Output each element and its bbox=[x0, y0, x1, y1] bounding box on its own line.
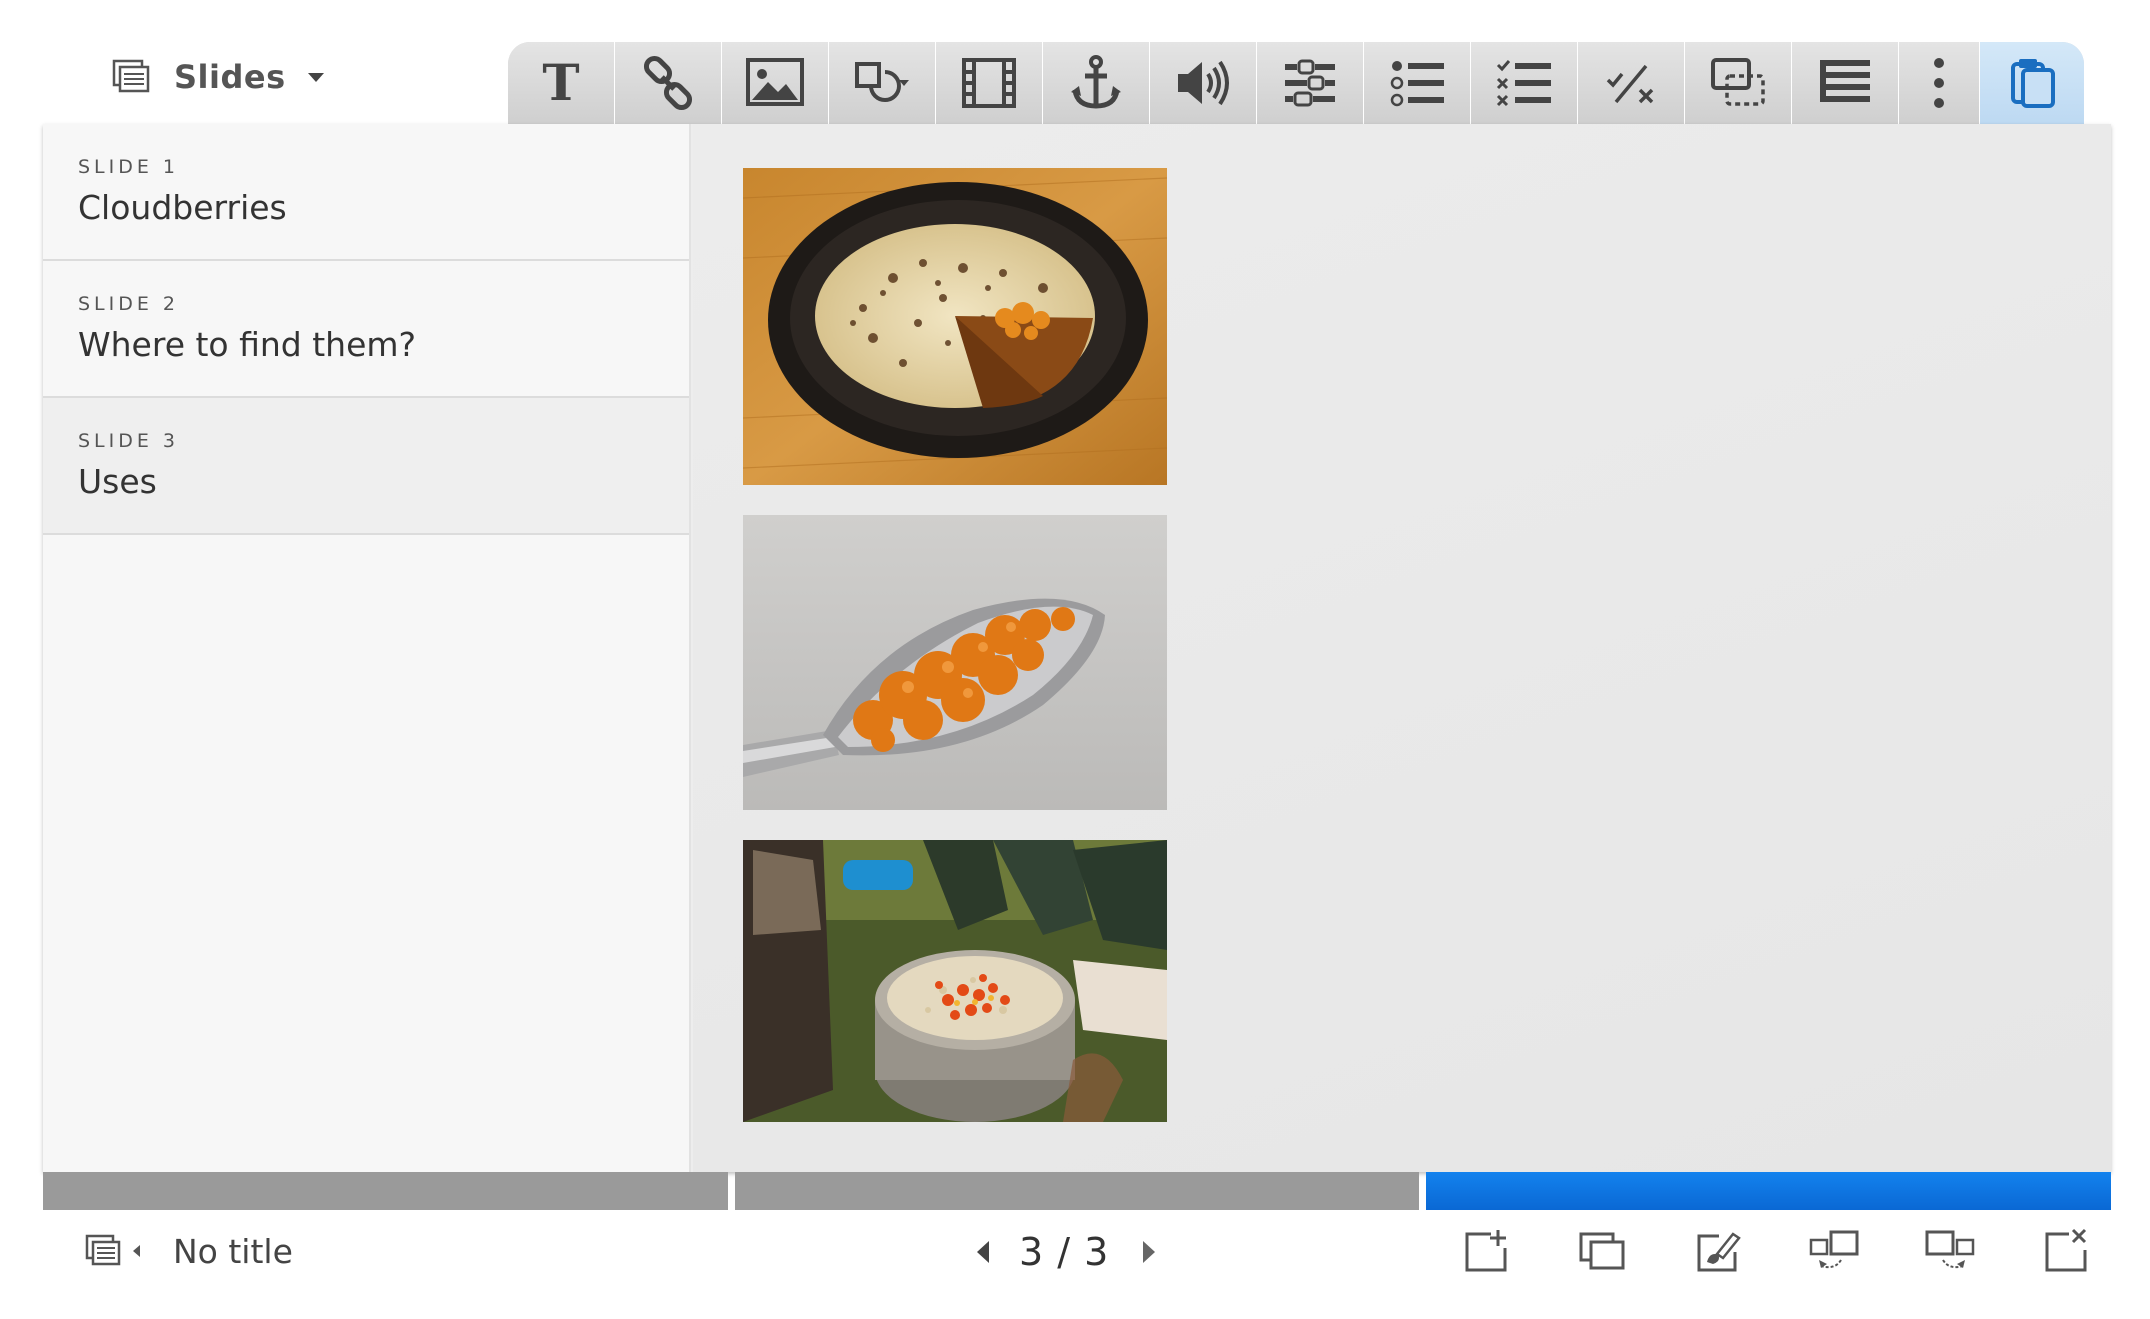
slide-editor: SLIDE 1 Cloudberries SLIDE 2 Where to fi… bbox=[43, 124, 2111, 1172]
delete-slide-button[interactable] bbox=[2008, 1222, 2124, 1280]
slide-title: Cloudberries bbox=[78, 188, 287, 227]
more-content-types-button[interactable] bbox=[1898, 42, 1981, 124]
move-slide-right-icon bbox=[1925, 1230, 1975, 1269]
fill-in-blanks-icon bbox=[1284, 59, 1335, 107]
porridge-image bbox=[743, 840, 1167, 1122]
multiple-choice-icon bbox=[1496, 60, 1551, 107]
chevron-left-icon bbox=[133, 1245, 140, 1257]
slide-canvas[interactable] bbox=[693, 124, 2111, 1172]
chevron-down-icon bbox=[307, 72, 324, 82]
insert-summary-button[interactable] bbox=[1791, 42, 1899, 124]
slide-list-item-1[interactable]: SLIDE 1 Cloudberries bbox=[43, 124, 689, 261]
footer-bar: No title 3 / 3 bbox=[43, 1210, 2111, 1292]
cloudberry-jam-spoon-photo[interactable] bbox=[743, 515, 1167, 810]
audio-icon bbox=[1177, 60, 1229, 106]
progress-segment-2[interactable] bbox=[734, 1172, 1420, 1210]
next-slide-button[interactable] bbox=[1143, 1241, 1156, 1263]
edit-background-button[interactable] bbox=[1660, 1222, 1776, 1280]
insert-true-false-button[interactable] bbox=[1577, 42, 1685, 124]
slides-menu-button[interactable]: Slides bbox=[112, 52, 324, 102]
true-false-icon bbox=[1606, 64, 1654, 104]
presentation-title: No title bbox=[173, 1232, 293, 1271]
edit-background-icon bbox=[1697, 1232, 1741, 1272]
slides-list-icon bbox=[85, 1234, 121, 1266]
previous-slide-button[interactable] bbox=[977, 1241, 989, 1263]
add-slide-button[interactable] bbox=[1428, 1222, 1544, 1280]
content-toolbar: T bbox=[508, 42, 2084, 124]
summary-icon bbox=[1819, 60, 1870, 102]
course-presentation-editor: Slides T SLIDE 1 Cloudberries SLIDE 2 Wh… bbox=[0, 0, 2150, 1319]
slide-pager: 3 / 3 bbox=[977, 1230, 1156, 1274]
more-options-icon bbox=[1934, 58, 1945, 108]
image-icon bbox=[745, 58, 804, 106]
slide-list-item-3[interactable]: SLIDE 3 Uses bbox=[43, 398, 689, 535]
slide-actions bbox=[1428, 1222, 2124, 1280]
slides-menu-label: Slides bbox=[174, 58, 286, 96]
drag-drop-icon bbox=[1710, 58, 1765, 106]
move-slide-right-button[interactable] bbox=[1892, 1222, 2008, 1280]
single-choice-icon bbox=[1390, 61, 1444, 107]
link-icon bbox=[643, 55, 693, 111]
clone-slide-button[interactable] bbox=[1544, 1222, 1660, 1280]
cake-image bbox=[743, 168, 1167, 485]
delete-slide-icon bbox=[2045, 1228, 2087, 1272]
shapes-icon bbox=[854, 62, 909, 102]
slide-number: SLIDE 1 bbox=[78, 156, 180, 178]
insert-single-choice-button[interactable] bbox=[1363, 42, 1471, 124]
anchor-icon bbox=[1070, 55, 1121, 109]
insert-drag-and-drop-button[interactable] bbox=[1684, 42, 1792, 124]
svg-text:T: T bbox=[542, 53, 579, 112]
slide-list-item-2[interactable]: SLIDE 2 Where to find them? bbox=[43, 261, 689, 398]
slide-title: Uses bbox=[78, 462, 157, 501]
text-icon: T bbox=[542, 53, 579, 112]
insert-link-button[interactable] bbox=[614, 42, 722, 124]
slide-number: SLIDE 2 bbox=[78, 293, 180, 315]
insert-multiple-choice-button[interactable] bbox=[1470, 42, 1578, 124]
move-slide-left-icon bbox=[1809, 1230, 1859, 1269]
slide-number: SLIDE 3 bbox=[78, 430, 180, 452]
add-slide-icon bbox=[1465, 1230, 1507, 1272]
insert-text-button[interactable]: T bbox=[508, 42, 615, 124]
slide-list-panel: SLIDE 1 Cloudberries SLIDE 2 Where to fi… bbox=[43, 124, 691, 1172]
insert-audio-button[interactable] bbox=[1149, 42, 1257, 124]
jam-spoon-image bbox=[743, 515, 1167, 810]
paste-icon bbox=[2011, 59, 2056, 108]
footer-slides-toggle[interactable] bbox=[85, 1234, 140, 1268]
page-indicator: 3 / 3 bbox=[1019, 1230, 1110, 1274]
cloudberry-porridge-photo[interactable] bbox=[743, 840, 1167, 1122]
slide-progress-bar bbox=[43, 1172, 2112, 1210]
progress-segment-3[interactable] bbox=[1426, 1172, 2112, 1210]
insert-video-button[interactable] bbox=[935, 42, 1043, 124]
insert-shapes-button[interactable] bbox=[828, 42, 936, 124]
move-slide-left-button[interactable] bbox=[1776, 1222, 1892, 1280]
paste-button[interactable] bbox=[1980, 42, 2084, 124]
clone-slide-icon bbox=[1579, 1232, 1625, 1270]
insert-go-to-slide-button[interactable] bbox=[1042, 42, 1150, 124]
insert-image-button[interactable] bbox=[721, 42, 829, 124]
cloudberry-cake-photo[interactable] bbox=[743, 168, 1167, 485]
insert-fill-in-blanks-button[interactable] bbox=[1256, 42, 1364, 124]
progress-segment-1[interactable] bbox=[43, 1172, 728, 1210]
video-icon bbox=[961, 58, 1016, 108]
slides-list-icon bbox=[112, 59, 150, 93]
slide-title: Where to find them? bbox=[78, 325, 417, 364]
